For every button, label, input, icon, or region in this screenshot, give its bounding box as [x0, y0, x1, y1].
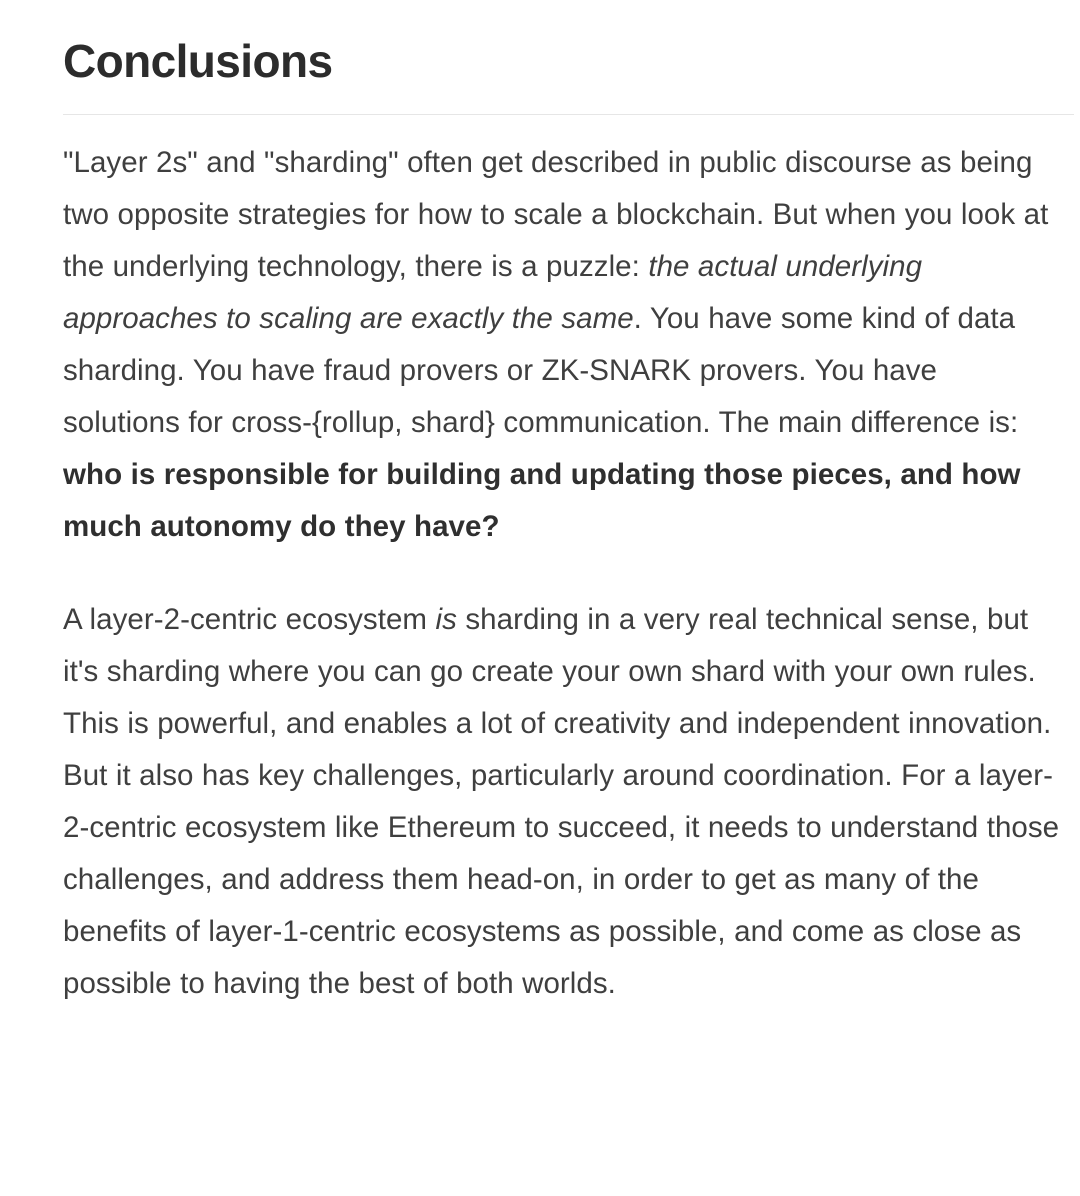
emphasis-text: is: [435, 603, 457, 637]
strong-text: who is responsible for building and upda…: [63, 458, 1021, 544]
page-title: Conclusions: [63, 35, 333, 87]
paragraph-1: "Layer 2s" and "sharding" often get desc…: [63, 115, 1062, 553]
body-text: sharding in a very real technical sense,…: [63, 603, 1060, 1001]
document-page: Conclusions "Layer 2s" and "sharding" of…: [0, 0, 1080, 1196]
article-body: Conclusions "Layer 2s" and "sharding" of…: [0, 0, 1080, 1010]
body-text: A layer-2-centric ecosystem: [63, 603, 436, 637]
paragraph-2: A layer-2-centric ecosystem is sharding …: [63, 553, 1062, 1010]
